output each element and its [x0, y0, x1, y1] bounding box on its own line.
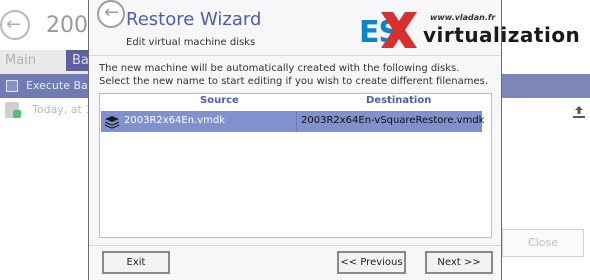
execute-backup-button[interactable]: Execute Bac: [0, 74, 100, 98]
column-header-source[interactable]: Source: [200, 95, 239, 106]
dialog-subtitle: Edit virtual machine disks: [126, 37, 256, 48]
background-back-button[interactable]: ←: [0, 10, 30, 40]
watermark-url: www.vladan.fr: [430, 13, 496, 22]
disk-stack-icon: [105, 116, 119, 129]
close-button[interactable]: Close: [502, 229, 584, 257]
dialog-title: Restore Wizard: [126, 9, 262, 30]
brand-x-icon: [381, 12, 417, 48]
back-arrow-icon: ←: [104, 2, 120, 23]
wizard-back-button[interactable]: ←: [97, 0, 125, 28]
dialog-description: The new machine will be automatically cr…: [99, 62, 488, 88]
column-divider: [296, 111, 297, 132]
previous-button[interactable]: << Previous: [337, 251, 406, 274]
background-tab-bar: Main Bac: [0, 50, 103, 74]
background-toolbar: [502, 74, 590, 98]
upload-icon[interactable]: [572, 105, 586, 119]
column-header-destination[interactable]: Destination: [366, 95, 431, 106]
execute-backup-label: Execute Bac: [26, 79, 94, 92]
destination-disk-name[interactable]: 2003R2x64En-vSquareRestore.vmdk: [301, 115, 484, 126]
disks-table: Source Destination 2003R2x64En.vmdk 2003…: [99, 93, 492, 238]
tab-main[interactable]: Main: [5, 53, 36, 68]
execute-icon: [6, 80, 18, 92]
screen: ← 2003 Main Bac Execute Bac Today, at 10…: [0, 0, 590, 280]
next-button[interactable]: Next >>: [425, 251, 493, 274]
table-row[interactable]: 2003R2x64En.vmdk 2003R2x64En-vSquareRest…: [101, 111, 484, 132]
source-disk-name: 2003R2x64En.vmdk: [124, 115, 226, 126]
watermark-brand-suffix: virtualization: [423, 23, 581, 47]
description-line-2: Select the new name to start editing if …: [99, 76, 489, 87]
back-arrow-icon: ←: [6, 14, 22, 35]
button-bar-divider: [89, 245, 501, 246]
background-window: ← 2003 Main Bac Execute Bac Today, at 10…: [0, 0, 103, 280]
backup-item-icon: [5, 102, 21, 118]
close-button-label: Close: [528, 236, 558, 249]
exit-button[interactable]: Exit: [102, 251, 170, 274]
